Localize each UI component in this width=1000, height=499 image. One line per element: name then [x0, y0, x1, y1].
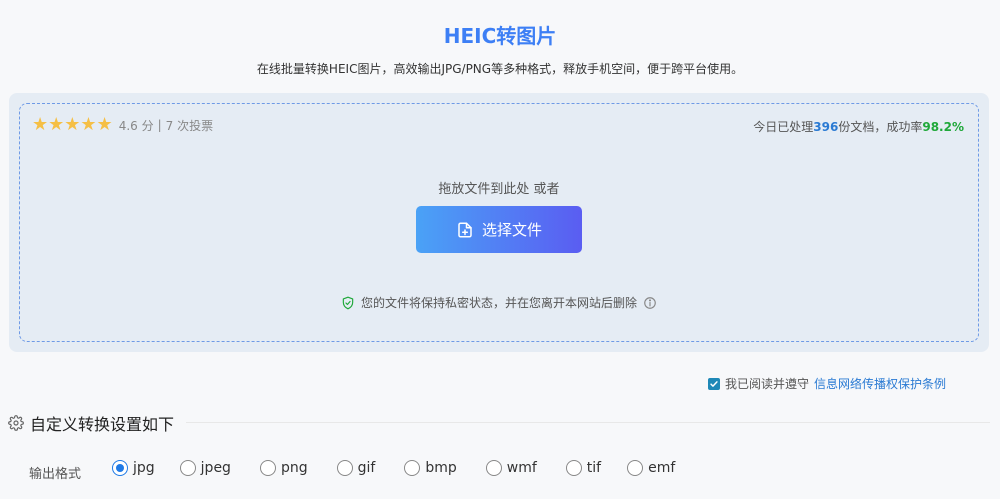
upload-dropzone[interactable]: ★★★★★ 4.6 分 | 7 次投票 今日已处理396份文档，成功率98.2%… — [19, 103, 979, 342]
choose-file-button[interactable]: 选择文件 — [416, 206, 582, 253]
stats-success-rate: 98.2% — [922, 120, 964, 134]
settings-header: 自定义转换设置如下 — [8, 411, 174, 435]
upload-panel: ★★★★★ 4.6 分 | 7 次投票 今日已处理396份文档，成功率98.2%… — [9, 93, 989, 352]
rating-score: 4.6 分 — [118, 118, 154, 133]
info-icon[interactable] — [643, 296, 657, 310]
format-radio-emf[interactable] — [627, 460, 644, 476]
format-option-jpg[interactable]: jpg — [112, 460, 155, 476]
checkmark-icon — [710, 380, 718, 387]
format-option-emf[interactable]: emf — [627, 460, 675, 476]
format-label-jpeg: jpeg — [200, 460, 231, 476]
processing-stats: 今日已处理396份文档，成功率98.2% — [753, 118, 964, 135]
format-radio-wmf[interactable] — [485, 460, 502, 476]
gear-icon — [8, 415, 24, 431]
format-label-tif: tif — [586, 460, 602, 476]
privacy-notice: 您的文件将保持私密状态，并在您离开本网站后删除 — [20, 294, 978, 311]
rating-stars[interactable]: ★★★★★ — [32, 116, 113, 134]
rating-votes: 7 次投票 — [165, 118, 214, 133]
format-option-wmf[interactable]: wmf — [485, 460, 537, 476]
stats-prefix: 今日已处理 — [753, 120, 814, 134]
stats-count: 396 — [813, 120, 839, 134]
format-radio-jpeg[interactable] — [179, 460, 196, 476]
output-format-label: 输出格式 — [29, 467, 82, 482]
format-option-bmp[interactable]: bmp — [404, 460, 457, 476]
page-subtitle: 在线批量转换HEIC图片，高效输出JPG/PNG等多种格式，释放手机空间，便于跨… — [256, 62, 744, 76]
settings-title: 自定义转换设置如下 — [30, 415, 175, 434]
format-label-bmp: bmp — [425, 460, 457, 476]
shield-check-icon — [342, 296, 354, 309]
privacy-text: 您的文件将保持私密状态，并在您离开本网站后删除 — [360, 296, 637, 310]
format-radio-tif[interactable] — [565, 460, 582, 476]
agreement-prefix: 我已阅读并遵守 — [724, 377, 809, 391]
format-option-png[interactable]: png — [259, 460, 308, 476]
format-label-jpg: jpg — [133, 460, 155, 476]
format-radio-png[interactable] — [259, 460, 276, 476]
page-title: HEIC转图片 — [443, 24, 557, 48]
format-option-gif[interactable]: gif — [336, 460, 376, 476]
settings-divider — [186, 422, 990, 423]
format-radio-jpg[interactable] — [112, 460, 128, 476]
agreement-checkbox[interactable] — [707, 377, 720, 390]
format-option-tif[interactable]: tif — [565, 460, 602, 476]
format-label-emf: emf — [648, 460, 676, 476]
rating: ★★★★★ 4.6 分 | 7 次投票 — [32, 116, 213, 134]
file-plus-icon — [458, 222, 472, 237]
format-radio-gif[interactable] — [336, 460, 353, 476]
format-label-gif: gif — [357, 460, 376, 476]
format-radio-bmp[interactable] — [404, 460, 421, 476]
drop-hint: 拖放文件到此处 或者 — [438, 182, 560, 197]
format-label-wmf: wmf — [506, 460, 537, 476]
output-format-options: jpg jpeg png gif bmp wmf tif emf — [112, 460, 675, 476]
choose-file-label: 选择文件 — [481, 221, 542, 239]
stats-middle: 份文档，成功率 — [838, 120, 923, 134]
agreement-link[interactable]: 信息网络传播权保护条例 — [814, 375, 946, 392]
format-label-png: png — [280, 460, 308, 476]
agreement: 我已阅读并遵守 信息网络传播权保护条例 — [707, 375, 946, 392]
format-option-jpeg[interactable]: jpeg — [179, 460, 231, 476]
rating-separator: | — [157, 118, 162, 132]
